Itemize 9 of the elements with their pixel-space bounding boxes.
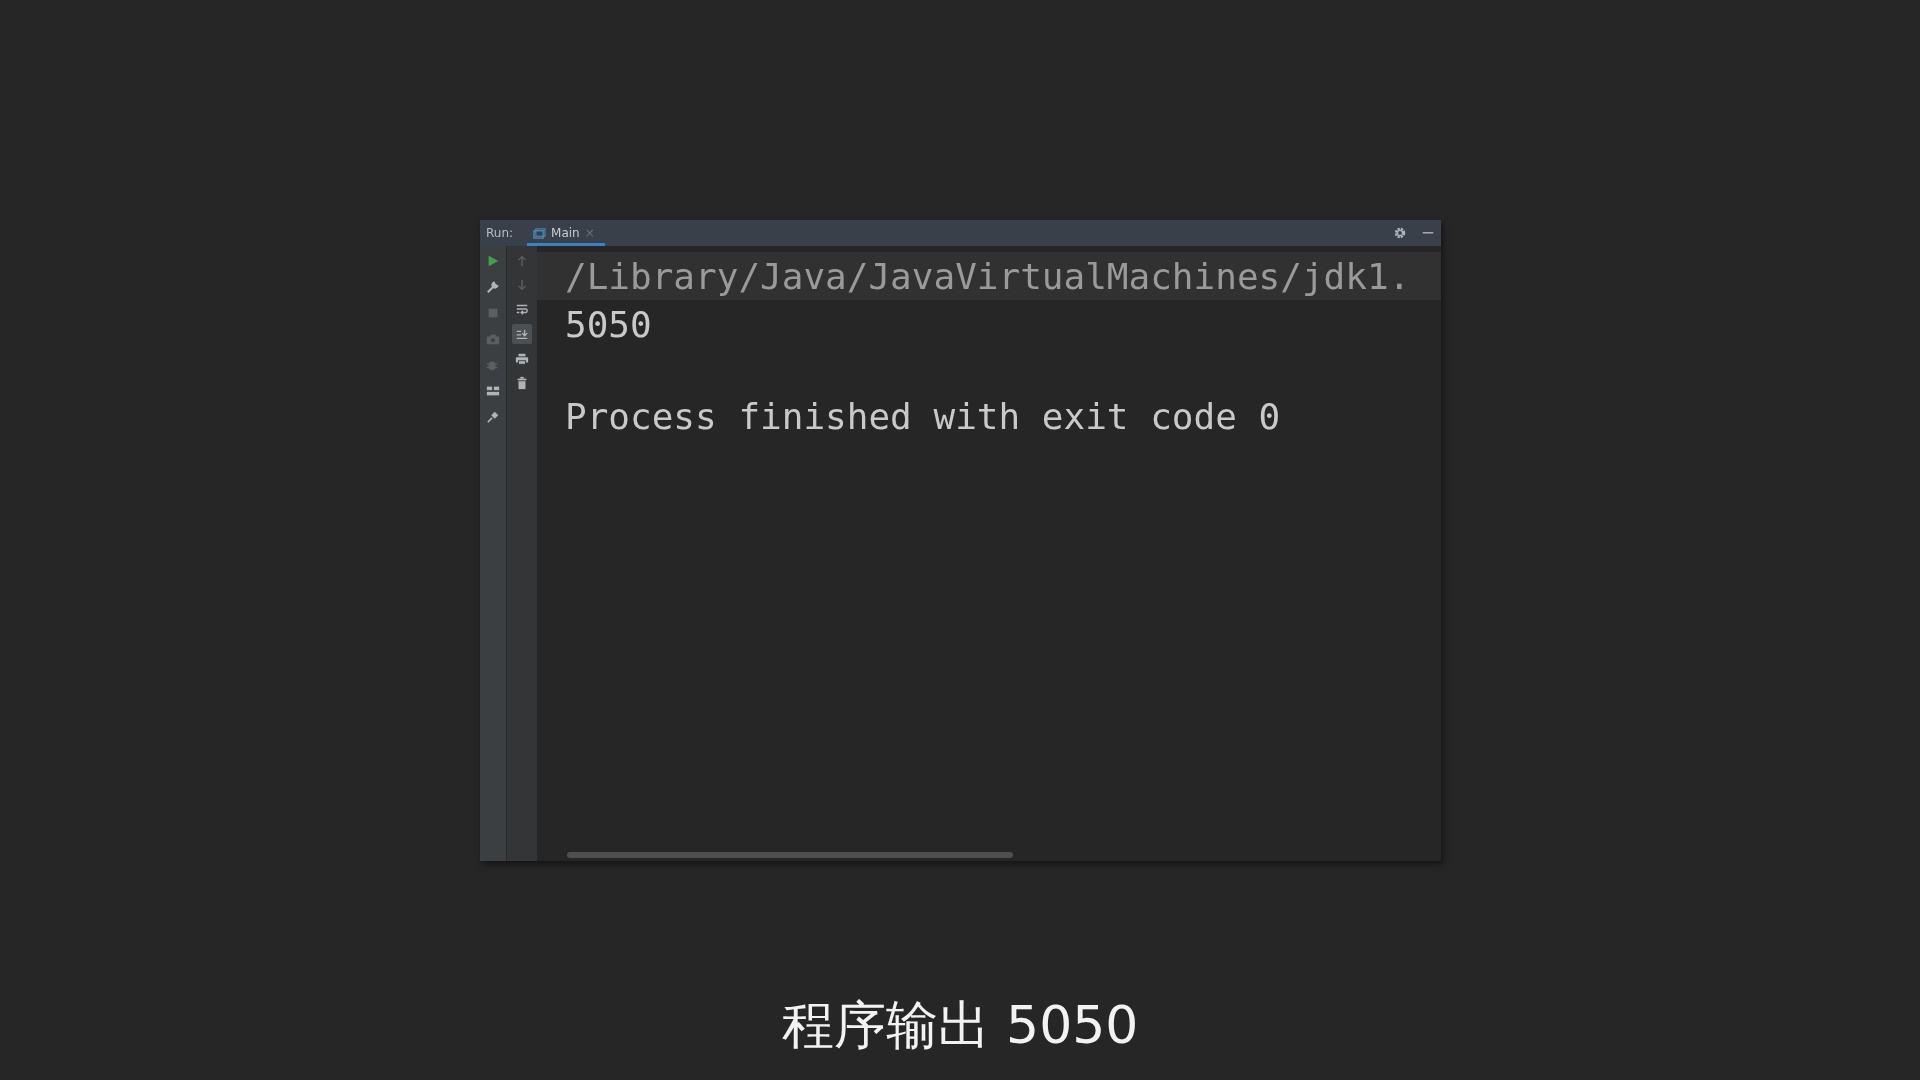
settings-icon[interactable]	[1393, 226, 1407, 240]
run-label: Run:	[486, 226, 514, 240]
console-line: 5050	[565, 303, 652, 345]
subtitle: 程序输出 5050	[781, 993, 1139, 1057]
horizontal-scrollbar[interactable]	[567, 852, 1013, 858]
window-icon	[533, 227, 547, 239]
console-line: /Library/Java/JavaVirtualMachines/jdk1.	[565, 255, 1411, 297]
console-line: Process finished with exit code 0	[565, 396, 1281, 437]
scroll-end-icon[interactable]	[512, 324, 532, 344]
